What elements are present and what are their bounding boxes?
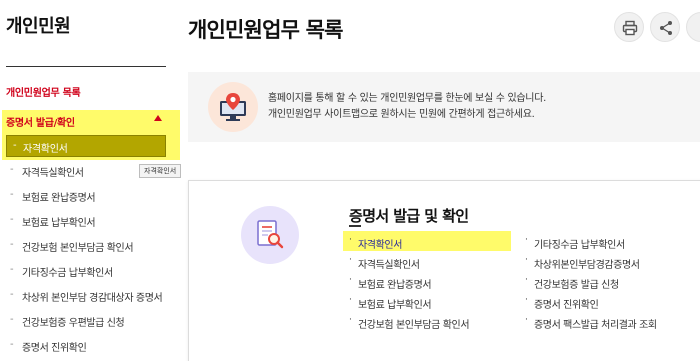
sidebar-item-label: 자격득실확인서: [22, 168, 84, 179]
sidebar-item-label: 차상위 본인부담 경감대상자 증명서: [22, 293, 163, 304]
dash-icon: -: [10, 314, 14, 325]
certificate-link-label: 증명서 팩스발급 처리결과 조회: [534, 320, 657, 331]
certificate-link-label: 자격확인서: [358, 240, 403, 251]
sidebar-item[interactable]: - 보험료 납부확인서: [0, 210, 166, 232]
more-button[interactable]: [686, 12, 700, 42]
sidebar-item-label: 건강보험 본인부담금 확인서: [22, 243, 134, 254]
sidebar-item[interactable]: - 증명서 진위확인: [0, 335, 166, 357]
share-button[interactable]: [650, 12, 680, 42]
certificate-link-label: 증명서 진위확인: [534, 300, 599, 311]
share-icon: [660, 21, 672, 35]
sidebar-item[interactable]: - 차상위 본인부담 경감대상자 증명서: [0, 285, 166, 307]
sidebar-item[interactable]: - 보험료 완납증명서: [0, 185, 166, 207]
bullet-icon: ·: [525, 255, 528, 265]
tooltip: 자격확인서: [139, 164, 182, 178]
printer-icon: [622, 20, 638, 36]
more-icon: [694, 20, 700, 36]
certificate-link-label: 건강보험 본인부담금 확인서: [358, 320, 470, 331]
info-text: 홈페이지를 통해 할 수 있는 개인민원업무를 한눈에 보실 수 있습니다. 개…: [268, 91, 546, 123]
certificate-link-label: 자격득실확인서: [358, 260, 420, 271]
chevron-up-icon: [154, 115, 162, 121]
dash-icon: -: [13, 140, 17, 151]
certificate-link-label: 기타징수금 납부확인서: [534, 240, 625, 251]
certificate-link-label: 건강보험증 발급 신청: [534, 280, 619, 291]
bullet-icon: ·: [349, 275, 352, 285]
bullet-icon: ·: [525, 235, 528, 245]
certificate-link-label: 보험료 납부확인서: [358, 300, 432, 311]
bullet-icon: ·: [349, 315, 352, 325]
monitor-location-icon: [220, 93, 246, 121]
sidebar-item-label: 보험료 납부확인서: [22, 218, 96, 229]
sidebar-item-label: 자격확인서: [23, 144, 68, 155]
certificate-link-label: 차상위본인부담경감증명서: [534, 260, 640, 271]
info-line: 개인민원업무 사이트맵으로 원하시는 민원에 간편하게 접근하세요.: [268, 109, 535, 120]
bullet-icon: ·: [349, 255, 352, 265]
info-box: 홈페이지를 통해 할 수 있는 개인민원업무를 한눈에 보실 수 있습니다. 개…: [188, 72, 700, 142]
bullet-icon: ·: [349, 295, 352, 305]
sidebar-divider: [6, 66, 166, 67]
sidebar-item-label: 기타징수금 납부확인서: [22, 268, 113, 279]
document-search-icon: [257, 220, 284, 249]
sidebar-item[interactable]: - 건강보험증 우편발급 신청: [0, 310, 166, 332]
info-line: 홈페이지를 통해 할 수 있는 개인민원업무를 한눈에 보실 수 있습니다.: [268, 93, 546, 104]
sidebar-category-toggle[interactable]: 증명서 발급/확인: [2, 110, 180, 130]
certificate-link-label: 보험료 완납증명서: [358, 280, 432, 291]
dash-icon: -: [10, 214, 14, 225]
info-icon-circle: [208, 82, 258, 132]
page-title: 개인민원업무 목록: [188, 18, 343, 42]
certificate-icon-circle: [241, 206, 299, 264]
bullet-icon: ·: [349, 235, 352, 245]
sidebar-item-active[interactable]: - 자격확인서: [6, 135, 166, 157]
sidebar-item-label: 증명서 진위확인: [22, 343, 87, 354]
bullet-icon: ·: [525, 315, 528, 325]
sidebar: 개인민원 개인민원업무 목록 증명서 발급/확인 - 자격확인서 - 자격득실확…: [0, 0, 180, 361]
print-button[interactable]: [614, 12, 644, 42]
sidebar-category-label: 증명서 발급/확인: [6, 118, 75, 129]
certificate-title: 증명서 발급 및 확인: [349, 207, 469, 225]
dash-icon: -: [10, 189, 14, 200]
dash-icon: -: [10, 239, 14, 250]
bullet-icon: ·: [525, 275, 528, 285]
sidebar-title: 개인민원: [6, 16, 71, 37]
dash-icon: -: [10, 339, 14, 350]
sidebar-item-label: 건강보험증 우편발급 신청: [22, 318, 125, 329]
title-underline: [349, 225, 361, 227]
dash-icon: -: [10, 264, 14, 275]
sidebar-item[interactable]: - 건강보험 본인부담금 확인서: [0, 235, 166, 257]
certificate-card: 증명서 발급 및 확인 · 자격확인서 · 자격득실확인서 · 보험료 완납증명…: [188, 180, 700, 361]
bullet-icon: ·: [525, 295, 528, 305]
dash-icon: -: [10, 164, 14, 175]
dash-icon: -: [10, 289, 14, 300]
sidebar-item[interactable]: - 기타징수금 납부확인서: [0, 260, 166, 282]
sidebar-item-label: 보험료 완납증명서: [22, 193, 96, 204]
sidebar-subtitle-link[interactable]: 개인민원업무 목록: [6, 84, 81, 99]
